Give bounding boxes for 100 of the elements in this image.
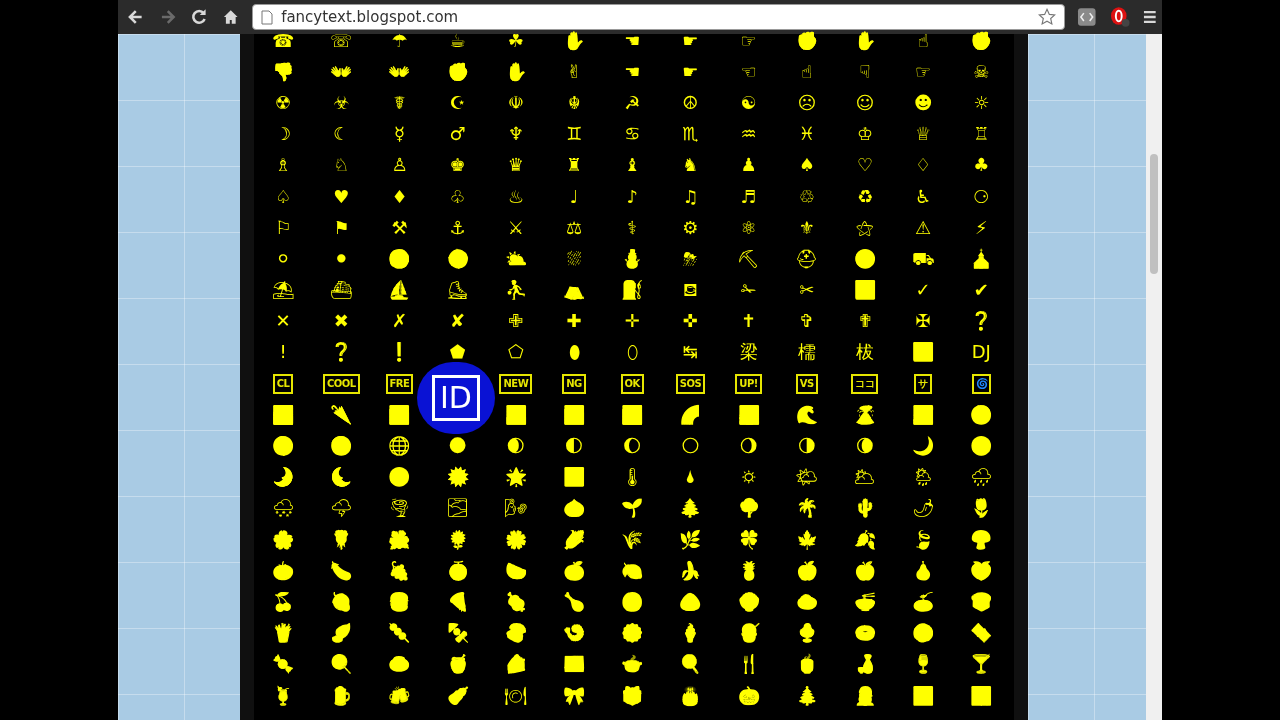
- symbol[interactable]: 🌥: [853, 468, 877, 487]
- symbol[interactable]: ✊: [446, 62, 469, 81]
- symbol[interactable]: 🍽: [504, 686, 528, 705]
- symbol[interactable]: ❓: [330, 343, 353, 362]
- symbol[interactable]: ⚒: [391, 218, 408, 237]
- symbol[interactable]: ✕: [275, 312, 291, 331]
- boxed-symbol[interactable]: CL: [272, 373, 294, 394]
- symbol[interactable]: 🎅: [853, 686, 876, 705]
- symbol[interactable]: ⚛: [740, 218, 757, 237]
- symbol[interactable]: ☾: [333, 125, 350, 144]
- symbol[interactable]: 🍮: [388, 655, 411, 674]
- symbol[interactable]: 🎄: [795, 686, 818, 705]
- symbol[interactable]: 🌐: [388, 437, 411, 456]
- symbol[interactable]: 🍠: [330, 624, 353, 643]
- symbol[interactable]: 🍒: [272, 592, 295, 611]
- symbol[interactable]: 🌃: [388, 405, 411, 424]
- symbol[interactable]: 🍗: [563, 592, 586, 611]
- symbol[interactable]: ⬠: [508, 343, 524, 362]
- symbol[interactable]: ✂: [799, 281, 815, 300]
- symbol[interactable]: 🌁: [272, 405, 295, 424]
- symbol[interactable]: 🌬: [504, 499, 528, 518]
- symbol[interactable]: ✊: [795, 31, 818, 50]
- symbol[interactable]: 🍵: [795, 655, 818, 674]
- symbol[interactable]: 🍍: [737, 561, 760, 580]
- symbol[interactable]: ☎: [271, 31, 295, 50]
- symbol[interactable]: ⛔: [853, 249, 876, 268]
- symbol[interactable]: ♓: [798, 125, 815, 144]
- symbol[interactable]: 👐: [388, 62, 411, 81]
- symbol[interactable]: 🎀: [563, 686, 586, 705]
- symbol[interactable]: ✅: [853, 281, 876, 300]
- symbol[interactable]: ⚖: [565, 218, 583, 237]
- symbol[interactable]: ♡: [856, 156, 874, 175]
- symbol[interactable]: ♞: [682, 156, 699, 175]
- boxed-symbol[interactable]: COOL: [322, 373, 360, 394]
- symbol[interactable]: ✙: [508, 312, 524, 331]
- symbol[interactable]: ♠: [798, 156, 815, 175]
- symbol[interactable]: 🌣: [740, 468, 757, 487]
- symbol[interactable]: 🍣: [504, 624, 527, 643]
- boxed-symbol[interactable]: SOS: [675, 373, 706, 394]
- symbol[interactable]: ⚪: [275, 249, 291, 268]
- symbol[interactable]: 👐: [330, 62, 353, 81]
- boxed-symbol[interactable]: サ: [914, 373, 932, 394]
- symbol[interactable]: ♪: [626, 187, 638, 206]
- symbol[interactable]: 🌍: [970, 405, 993, 424]
- symbol[interactable]: ☣: [333, 93, 350, 112]
- symbol[interactable]: 🌦: [911, 468, 935, 487]
- symbol[interactable]: 🌶: [911, 499, 935, 518]
- symbol[interactable]: 🍤: [563, 624, 586, 643]
- symbol[interactable]: ☂: [391, 31, 408, 50]
- boxed-symbol[interactable]: OK: [620, 373, 644, 394]
- symbol[interactable]: ♿: [915, 187, 932, 206]
- symbol[interactable]: ♜: [565, 156, 583, 175]
- symbol[interactable]: 🎇: [970, 686, 993, 705]
- symbol[interactable]: ⬮: [568, 343, 580, 362]
- extension-icon[interactable]: [1077, 7, 1097, 27]
- scrollbar-thumb[interactable]: [1150, 154, 1158, 274]
- symbol[interactable]: ✘: [450, 312, 466, 331]
- symbol[interactable]: 🌷: [970, 499, 993, 518]
- symbol[interactable]: 🍦: [679, 624, 702, 643]
- symbol[interactable]: ✗: [391, 312, 407, 331]
- symbol[interactable]: 🌉: [737, 405, 760, 424]
- symbol[interactable]: ☤: [393, 93, 406, 112]
- symbol[interactable]: ✊: [970, 31, 993, 50]
- symbol[interactable]: ⛑: [795, 249, 819, 268]
- symbol[interactable]: ♗: [275, 156, 292, 175]
- symbol[interactable]: ⛟: [911, 249, 935, 268]
- symbol[interactable]: ⛽: [621, 281, 644, 300]
- symbol[interactable]: ☜: [740, 62, 757, 81]
- symbol[interactable]: 🍛: [795, 592, 818, 611]
- symbol[interactable]: 🌽: [563, 530, 586, 549]
- symbol[interactable]: 柭: [855, 343, 874, 362]
- symbol[interactable]: ♙: [391, 156, 408, 175]
- symbol[interactable]: 🍚: [737, 592, 760, 611]
- symbol[interactable]: ☝: [801, 62, 813, 81]
- symbol[interactable]: 🌟: [504, 468, 527, 487]
- symbol[interactable]: 🍃: [912, 530, 935, 549]
- symbol[interactable]: 🌎: [272, 437, 295, 456]
- symbol[interactable]: ✌: [566, 62, 582, 81]
- symbol[interactable]: ✠: [915, 312, 931, 331]
- symbol[interactable]: ☹: [797, 93, 817, 112]
- symbol[interactable]: ☯: [740, 93, 757, 112]
- symbol[interactable]: ♣: [973, 156, 990, 175]
- symbol[interactable]: ⚝: [855, 218, 874, 237]
- symbol[interactable]: 🍎: [795, 561, 818, 580]
- symbol[interactable]: 🍸: [970, 655, 993, 674]
- symbol[interactable]: 🍔: [388, 592, 411, 611]
- symbol[interactable]: 🍉: [504, 561, 527, 580]
- symbol[interactable]: ☫: [507, 93, 524, 112]
- symbol[interactable]: 🍄: [970, 530, 993, 549]
- symbol[interactable]: 🍭: [330, 655, 353, 674]
- symbol[interactable]: 🍲: [621, 655, 644, 674]
- symbol[interactable]: 🍝: [912, 592, 935, 611]
- symbol[interactable]: ☺: [855, 93, 875, 112]
- scrollbar[interactable]: [1146, 34, 1162, 720]
- symbol[interactable]: ↹: [682, 343, 698, 362]
- symbol[interactable]: 🍩: [853, 624, 876, 643]
- symbol[interactable]: ♆: [507, 125, 524, 144]
- symbol[interactable]: 🍹: [272, 686, 295, 705]
- symbol[interactable]: 🌛: [272, 468, 295, 487]
- symbol[interactable]: 🍙: [679, 592, 702, 611]
